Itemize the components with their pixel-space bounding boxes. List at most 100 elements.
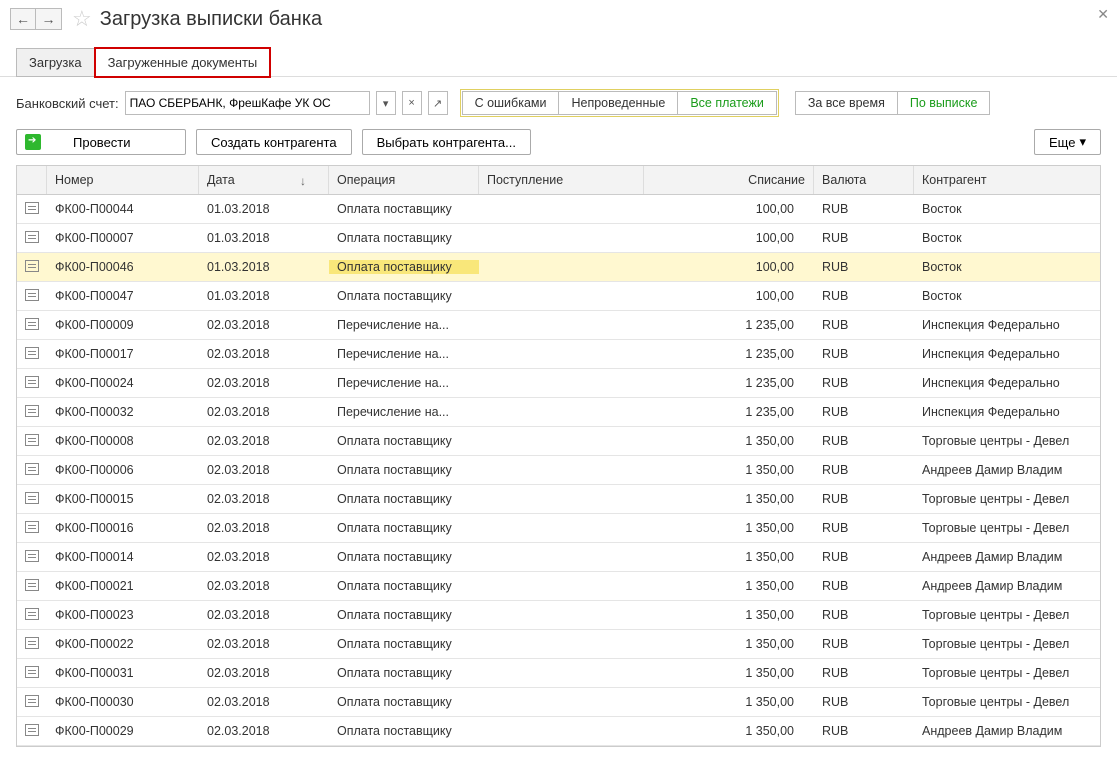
row-operation: Оплата поставщику xyxy=(329,492,479,506)
row-outcome: 1 235,00 xyxy=(644,318,814,332)
row-date: 02.03.2018 xyxy=(199,463,329,477)
row-currency: RUB xyxy=(814,231,914,245)
table-row[interactable]: ФК00-П0000701.03.2018Оплата поставщику10… xyxy=(17,224,1100,253)
table-row[interactable]: ФК00-П0004701.03.2018Оплата поставщику10… xyxy=(17,282,1100,311)
row-operation: Оплата поставщику xyxy=(329,666,479,680)
row-date: 01.03.2018 xyxy=(199,289,329,303)
account-input[interactable] xyxy=(125,91,370,115)
column-icon[interactable] xyxy=(17,166,47,194)
row-outcome: 1 350,00 xyxy=(644,434,814,448)
create-counterparty-button[interactable]: Создать контрагента xyxy=(196,129,352,155)
row-doc-icon xyxy=(17,695,47,710)
row-number: ФК00-П00009 xyxy=(47,318,199,332)
account-clear-button[interactable]: × xyxy=(402,91,422,115)
column-counterparty[interactable]: Контрагент xyxy=(914,166,1100,194)
row-date: 02.03.2018 xyxy=(199,550,329,564)
period-statement-button[interactable]: По выписке xyxy=(898,91,991,115)
row-operation: Оплата поставщику xyxy=(329,550,479,564)
row-number: ФК00-П00021 xyxy=(47,579,199,593)
row-doc-icon xyxy=(17,492,47,507)
table-row[interactable]: ФК00-П0004601.03.2018Оплата поставщику10… xyxy=(17,253,1100,282)
row-outcome: 1 350,00 xyxy=(644,666,814,680)
row-date: 02.03.2018 xyxy=(199,521,329,535)
table-row[interactable]: ФК00-П0000802.03.2018Оплата поставщику1 … xyxy=(17,427,1100,456)
sort-indicator-icon: ↓ xyxy=(300,174,306,188)
table-row[interactable]: ФК00-П0002302.03.2018Оплата поставщику1 … xyxy=(17,601,1100,630)
table-row[interactable]: ФК00-П0003002.03.2018Оплата поставщику1 … xyxy=(17,688,1100,717)
column-date[interactable]: Дата ↓ xyxy=(199,166,329,194)
row-operation: Оплата поставщику xyxy=(329,463,479,477)
row-outcome: 1 235,00 xyxy=(644,376,814,390)
row-currency: RUB xyxy=(814,724,914,738)
row-date: 02.03.2018 xyxy=(199,318,329,332)
row-doc-icon xyxy=(17,347,47,362)
row-doc-icon xyxy=(17,666,47,681)
row-number: ФК00-П00030 xyxy=(47,695,199,709)
row-operation: Перечисление на... xyxy=(329,376,479,390)
period-all-button[interactable]: За все время xyxy=(795,91,898,115)
row-number: ФК00-П00024 xyxy=(47,376,199,390)
row-operation: Оплата поставщику xyxy=(329,695,479,709)
table-row[interactable]: ФК00-П0002402.03.2018Перечисление на...1… xyxy=(17,369,1100,398)
account-open-button[interactable]: ↗ xyxy=(428,91,448,115)
table-row[interactable]: ФК00-П0002102.03.2018Оплата поставщику1 … xyxy=(17,572,1100,601)
row-outcome: 1 350,00 xyxy=(644,637,814,651)
close-button[interactable]: ✕ xyxy=(1097,6,1109,23)
row-outcome: 100,00 xyxy=(644,260,814,274)
row-number: ФК00-П00046 xyxy=(47,260,199,274)
table-row[interactable]: ФК00-П0000602.03.2018Оплата поставщику1 … xyxy=(17,456,1100,485)
filter-unposted-button[interactable]: Непроведенные xyxy=(559,91,678,115)
row-currency: RUB xyxy=(814,202,914,216)
row-number: ФК00-П00022 xyxy=(47,637,199,651)
filter-all-payments-button[interactable]: Все платежи xyxy=(678,91,777,115)
row-date: 02.03.2018 xyxy=(199,666,329,680)
table-row[interactable]: ФК00-П0002902.03.2018Оплата поставщику1 … xyxy=(17,717,1100,746)
nav-back-button[interactable]: ← xyxy=(10,8,36,30)
row-outcome: 1 235,00 xyxy=(644,405,814,419)
column-outcome[interactable]: Списание xyxy=(644,166,814,194)
table-row[interactable]: ФК00-П0003102.03.2018Оплата поставщику 1 … xyxy=(17,659,1100,688)
table-row[interactable]: ФК00-П0004401.03.2018Оплата поставщику10… xyxy=(17,195,1100,224)
table-row[interactable]: ФК00-П0000902.03.2018Перечисление на...1… xyxy=(17,311,1100,340)
table-row[interactable]: ФК00-П0001502.03.2018Оплата поставщику1 … xyxy=(17,485,1100,514)
column-operation[interactable]: Операция xyxy=(329,166,479,194)
row-number: ФК00-П00031 xyxy=(47,666,199,680)
row-currency: RUB xyxy=(814,260,914,274)
table-row[interactable]: ФК00-П0001702.03.2018Перечисление на...1… xyxy=(17,340,1100,369)
row-operation: Оплата поставщику xyxy=(329,579,479,593)
table-row[interactable]: ФК00-П0001602.03.2018Оплата поставщику1 … xyxy=(17,514,1100,543)
table-row[interactable]: ФК00-П0002202.03.2018Оплата поставщику1 … xyxy=(17,630,1100,659)
row-date: 01.03.2018 xyxy=(199,202,329,216)
post-button[interactable]: Провести xyxy=(16,129,186,155)
row-outcome: 1 350,00 xyxy=(644,695,814,709)
tab-load[interactable]: Загрузка xyxy=(16,48,95,77)
select-counterparty-button[interactable]: Выбрать контрагента... xyxy=(362,129,531,155)
table-row[interactable]: ФК00-П0003202.03.2018Перечисление на...1… xyxy=(17,398,1100,427)
column-currency[interactable]: Валюта xyxy=(814,166,914,194)
row-doc-icon xyxy=(17,260,47,275)
column-income[interactable]: Поступление xyxy=(479,166,644,194)
row-counterparty: Андреев Дамир Владим xyxy=(914,463,1100,477)
row-counterparty: Андреев Дамир Владим xyxy=(914,579,1100,593)
row-counterparty: Инспекция Федерально xyxy=(914,318,1100,332)
row-doc-icon xyxy=(17,608,47,623)
row-date: 02.03.2018 xyxy=(199,579,329,593)
row-counterparty: Торговые центры - Девел xyxy=(914,434,1100,448)
chevron-down-icon: ▾ xyxy=(1079,134,1086,150)
column-number[interactable]: Номер xyxy=(47,166,199,194)
row-counterparty: Торговые центры - Девел xyxy=(914,637,1100,651)
row-number: ФК00-П00023 xyxy=(47,608,199,622)
more-button-label: Еще xyxy=(1049,135,1075,150)
favorite-star-icon[interactable]: ☆ xyxy=(72,6,92,32)
more-button[interactable]: Еще ▾ xyxy=(1034,129,1101,155)
account-dropdown-button[interactable]: ▾ xyxy=(376,91,396,115)
row-operation: Оплата поставщику xyxy=(329,289,479,303)
filter-errors-button[interactable]: С ошибками xyxy=(462,91,560,115)
table-row[interactable]: ФК00-П0001402.03.2018Оплата поставщику1 … xyxy=(17,543,1100,572)
tab-loaded-documents[interactable]: Загруженные документы xyxy=(95,48,271,77)
nav-forward-button[interactable]: → xyxy=(36,8,62,30)
row-counterparty: Торговые центры - Девел xyxy=(914,492,1100,506)
row-doc-icon xyxy=(17,231,47,246)
row-currency: RUB xyxy=(814,492,914,506)
row-doc-icon xyxy=(17,724,47,739)
